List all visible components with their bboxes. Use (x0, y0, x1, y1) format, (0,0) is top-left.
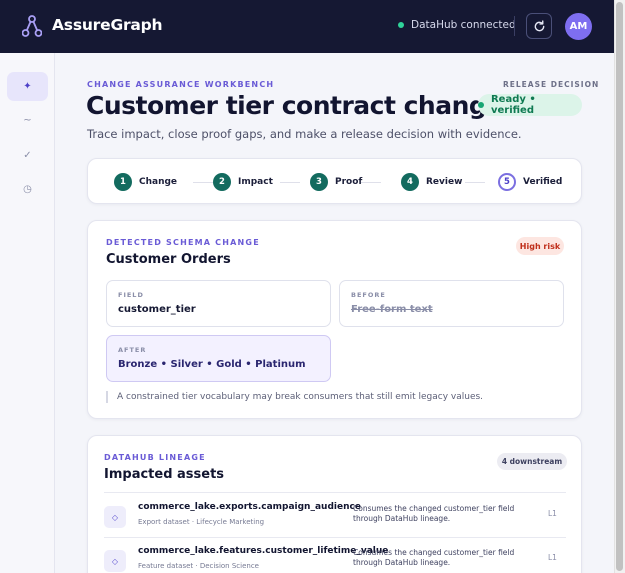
asset-description: Consumes the changed customer_tier field… (353, 548, 515, 567)
step-connector (193, 182, 213, 183)
release-status-text: Ready • verified (490, 94, 536, 116)
step-impact[interactable]: 2 Impact (213, 173, 273, 191)
asset-row[interactable]: ◇ commerce_lake.features.customer_lifeti… (104, 542, 566, 573)
sidebar-item-clock[interactable]: ◷ (7, 175, 48, 204)
before-box: BEFORE Free-form text (339, 280, 564, 327)
schema-change-eyebrow: DETECTED SCHEMA CHANGE (106, 238, 260, 247)
refresh-button[interactable] (526, 13, 552, 39)
field-label: FIELD (118, 291, 144, 299)
step-connector (361, 182, 381, 183)
step-label: Change (139, 177, 178, 187)
page-title: Customer tier contract change (86, 91, 503, 120)
connection-status-text: DataHub connected (411, 19, 516, 31)
before-value: Free-form text (351, 304, 433, 315)
asset-level: L1 (548, 509, 557, 518)
schema-change-card: DETECTED SCHEMA CHANGE Customer Orders H… (87, 220, 582, 419)
trend-icon: ~ (23, 115, 32, 126)
release-decision-label: RELEASE DECISION (503, 80, 600, 89)
after-box: AFTER Bronze • Silver • Gold • Platinum (106, 335, 331, 382)
step-number: 1 (114, 173, 132, 191)
sidebar: ✦ ~ ✓ ◷ (0, 53, 55, 573)
page-subtitle: Trace impact, close proof gaps, and make… (87, 127, 522, 141)
user-avatar[interactable]: AM (565, 13, 592, 40)
page-eyebrow: CHANGE ASSURANCE WORKBENCH (87, 80, 275, 89)
asset-name: commerce_lake.exports.campaign_audience (138, 502, 361, 512)
connection-status: DataHub connected (398, 19, 516, 31)
downstream-count-badge: 4 downstream (497, 453, 567, 470)
step-proof[interactable]: 3 Proof (310, 173, 362, 191)
status-dot-icon (398, 22, 404, 28)
lineage-eyebrow: DATAHUB LINEAGE (104, 453, 206, 462)
step-number: 3 (310, 173, 328, 191)
graph-logo-icon (22, 15, 42, 37)
sidebar-item-check[interactable]: ✓ (7, 141, 48, 170)
step-label: Proof (335, 177, 363, 187)
release-status-badge: Ready • verified (478, 94, 582, 116)
step-connector (465, 182, 485, 183)
check-icon: ✓ (23, 150, 32, 161)
asset-meta: Export dataset · Lifecycle Marketing (138, 518, 265, 526)
risk-badge: High risk (516, 237, 564, 255)
after-value: Bronze • Silver • Gold • Platinum (118, 359, 306, 370)
refresh-icon (534, 19, 544, 31)
step-change[interactable]: 1 Change (114, 173, 177, 191)
step-connector (280, 182, 300, 183)
step-label: Impact (238, 177, 273, 187)
risk-note: A constrained tier vocabulary may break … (106, 391, 483, 403)
asset-level: L1 (548, 553, 557, 562)
asset-description: Consumes the changed customer_tier field… (353, 504, 515, 523)
dataset-icon: ◇ (104, 550, 126, 572)
step-verified[interactable]: 5 Verified (498, 173, 562, 191)
step-review[interactable]: 4 Review (401, 173, 462, 191)
row-divider (104, 492, 566, 493)
sidebar-item-sparkle[interactable]: ✦ (7, 72, 48, 101)
sidebar-item-trend[interactable]: ~ (7, 106, 48, 135)
scrollbar-thumb[interactable] (616, 2, 623, 571)
top-bar: AssureGraph DataHub connected AM (0, 0, 614, 53)
before-label: BEFORE (351, 291, 386, 299)
asset-name: commerce_lake.features.customer_lifetime… (138, 546, 389, 556)
step-number: 4 (401, 173, 419, 191)
progress-stepper: 1 Change 2 Impact 3 Proof 4 Review 5 Ver… (87, 158, 582, 204)
clock-icon: ◷ (23, 184, 32, 195)
asset-row[interactable]: ◇ commerce_lake.exports.campaign_audienc… (104, 498, 566, 538)
field-box: FIELD customer_tier (106, 280, 331, 327)
topbar-divider (514, 16, 515, 36)
schema-change-title: Customer Orders (106, 252, 231, 267)
step-number: 2 (213, 173, 231, 191)
lineage-card: DATAHUB LINEAGE Impacted assets 4 downst… (87, 435, 582, 573)
dataset-icon: ◇ (104, 506, 126, 528)
row-divider (104, 537, 566, 538)
after-label: AFTER (118, 346, 147, 354)
lineage-title: Impacted assets (104, 467, 225, 482)
step-label: Review (426, 177, 463, 187)
step-label: Verified (523, 177, 563, 187)
field-value: customer_tier (118, 304, 196, 315)
app-title: AssureGraph (52, 16, 163, 34)
asset-meta: Feature dataset · Decision Science (138, 562, 259, 570)
step-number: 5 (498, 173, 516, 191)
sparkle-icon: ✦ (23, 81, 32, 92)
ready-dot-icon (478, 102, 484, 108)
